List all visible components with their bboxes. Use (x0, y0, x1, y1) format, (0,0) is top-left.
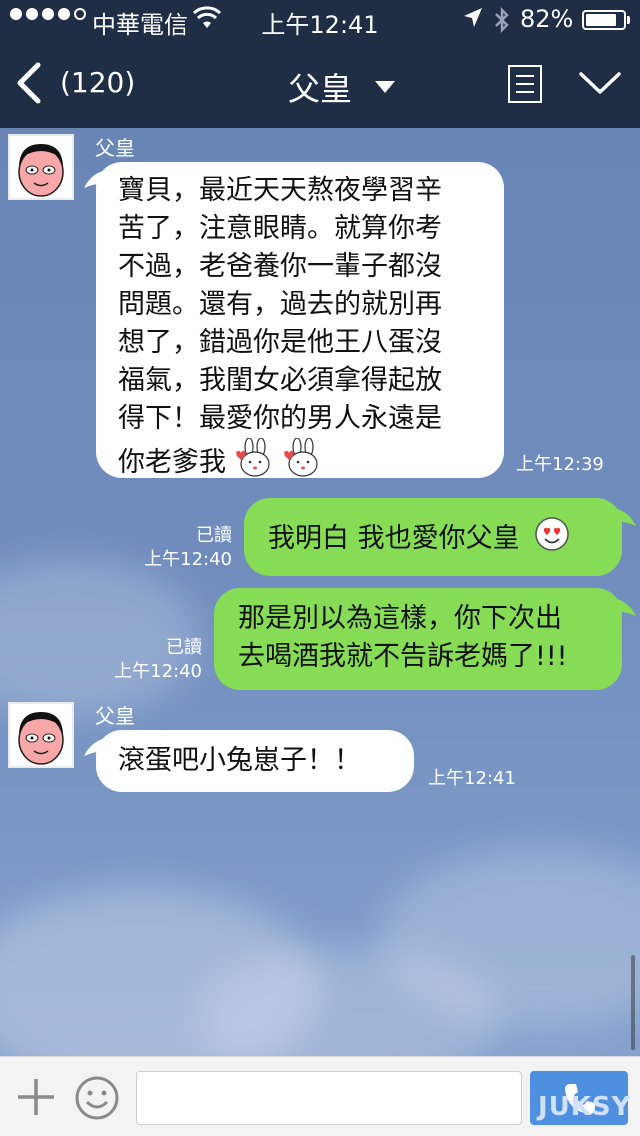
collapse-chevron-icon[interactable] (578, 68, 622, 102)
message-text: 你老爹我 (118, 447, 226, 478)
outgoing-message-bubble[interactable]: 那是別以為這樣，你下次出 去喝酒我就不告訴老媽了!!! (214, 588, 622, 690)
bluetooth-icon (493, 6, 511, 40)
message-line: 不過，老爸養你一輩子都沒 (118, 251, 442, 282)
menu-button[interactable] (508, 65, 542, 103)
avatar[interactable] (8, 134, 74, 200)
message-line: 想了，錯過你是他王八蛋沒 (118, 327, 442, 358)
incoming-message-bubble[interactable]: 滾蛋吧小兔崽子！！ (96, 730, 414, 792)
watermark-logo: JUKSY (538, 1092, 632, 1122)
title-dropdown-icon[interactable] (375, 80, 395, 99)
plus-icon[interactable] (16, 1077, 56, 1121)
message-text: 我明白 我也愛你父皇 (268, 523, 520, 554)
read-status: 已讀 (196, 525, 232, 546)
read-receipt: 已讀 上午12:40 (90, 636, 202, 684)
battery-percentage: 82% (520, 5, 574, 33)
read-status: 已讀 (166, 637, 202, 658)
battery-cap (627, 16, 630, 24)
message-line: 苦了，注意眼睛。就算你考 (118, 213, 442, 244)
bubble-tail (612, 598, 636, 616)
outgoing-message-bubble[interactable]: 我明白 我也愛你父皇 (244, 498, 622, 576)
heart-eyes-emoji-icon (534, 516, 570, 563)
scrollbar[interactable] (631, 955, 635, 1050)
battery-icon (582, 10, 626, 30)
bunny-kiss-emoji-icon (283, 437, 323, 489)
chat-header: (120) 父皇 (0, 40, 640, 128)
sender-name: 父皇 (95, 136, 135, 160)
message-line: 得下！最愛你的男人永遠是 (118, 403, 442, 434)
bunny-kiss-emoji-icon (235, 437, 275, 489)
message-timestamp: 上午12:39 (516, 454, 604, 475)
chat-area[interactable]: 父皇 寶貝，最近天天熬夜學習辛 苦了，注意眼睛。就算你考 不過，老爸養你一輩子都… (0, 128, 640, 1056)
message-line: 你老爹我 (118, 437, 482, 489)
status-bar: 中華電信 上午12:41 82% (0, 0, 640, 40)
message-line: 那是別以為這樣，你下次出 (238, 603, 562, 634)
chat-title[interactable]: 父皇 (0, 64, 640, 110)
message-line: 寶貝，最近天天熬夜學習辛 (118, 175, 442, 206)
message-timestamp: 上午12:40 (144, 549, 232, 570)
message-input[interactable] (136, 1071, 522, 1125)
message-line: 去喝酒我就不告訴老媽了!!! (238, 641, 568, 672)
message-line: 福氣，我閨女必須拿得起放 (118, 365, 442, 396)
message-text: 滾蛋吧小兔崽子！！ (118, 745, 361, 776)
message-line: 問題。還有，過去的就別再 (118, 289, 442, 320)
incoming-message-bubble[interactable]: 寶貝，最近天天熬夜學習辛 苦了，注意眼睛。就算你考 不過，老爸養你一輩子都沒 問… (96, 162, 504, 478)
location-arrow-icon (462, 6, 484, 36)
message-timestamp: 上午12:40 (114, 661, 202, 682)
read-receipt: 已讀 上午12:40 (120, 524, 232, 572)
emoji-icon[interactable] (74, 1075, 120, 1125)
avatar[interactable] (8, 702, 74, 768)
sender-name: 父皇 (95, 704, 135, 728)
message-timestamp: 上午12:41 (428, 768, 516, 789)
bubble-tail (612, 508, 636, 526)
